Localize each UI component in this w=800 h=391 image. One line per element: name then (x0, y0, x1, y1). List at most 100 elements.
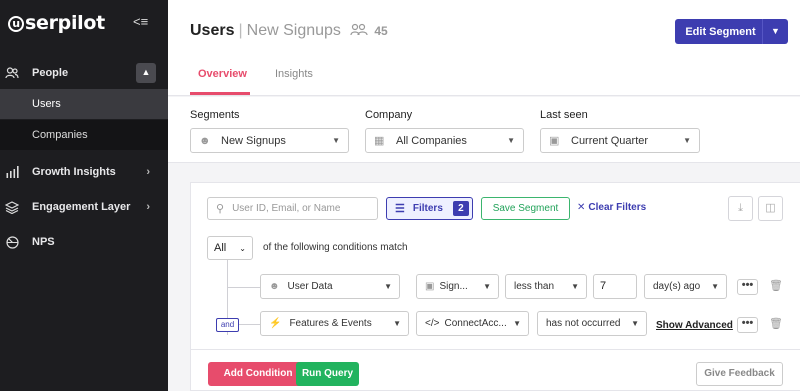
users-group-icon: ☻ (199, 134, 211, 147)
search-icon: ⚲ (216, 203, 225, 215)
edit-segment-label: Edit Segment (685, 25, 756, 38)
chevron-down-icon[interactable]: ▼ (762, 19, 788, 44)
trash-icon[interactable]: 🗑 (769, 317, 783, 330)
title-separator: | (238, 22, 243, 39)
page-header: Users | New Signups 45 Edit Segment ▼ Over… (168, 0, 800, 96)
collapse-sidebar-icon[interactable]: <≡ (133, 14, 155, 30)
users-group-icon: ☻ (269, 281, 280, 292)
calendar-icon: ▣ (425, 281, 435, 292)
chevron-up-icon[interactable]: ▲ (136, 63, 156, 83)
condition-operator-select[interactable]: less than ▼ (505, 274, 587, 299)
page-title: Users | New Signups 45 (190, 22, 388, 41)
condition-field-select[interactable]: </> ConnectAcc... ▼ (416, 311, 529, 336)
gauge-icon (4, 234, 20, 250)
layers-icon (4, 199, 20, 215)
caret-down-icon: ⌄ (239, 243, 246, 253)
filters-button[interactable]: ☰ Filters 2 (386, 197, 473, 220)
sidebar-item-label: People (32, 67, 69, 79)
search-input[interactable]: ⚲ User ID, Email, or Name (207, 197, 378, 220)
search-placeholder: User ID, Email, or Name (232, 203, 341, 214)
condition-type-select[interactable]: ⚡ Features & Events ▼ (260, 311, 409, 336)
company-select[interactable]: ▦ All Companies ▼ (365, 128, 524, 153)
query-panel: ⚲ User ID, Email, or Name ☰ Filters 2 Sa… (190, 182, 800, 391)
condition-operator-value: less than (514, 281, 555, 292)
condition-connector (227, 287, 261, 288)
last-seen-select[interactable]: ▣ Current Quarter ▼ (540, 128, 700, 153)
caret-down-icon: ▼ (571, 282, 579, 291)
sidebar-item-companies[interactable]: Companies (0, 120, 168, 150)
condition-value-input[interactable]: 7 (593, 274, 637, 299)
and-operator-tag[interactable]: and (216, 318, 239, 332)
condition-field-value: ConnectAcc... (444, 318, 507, 329)
people-icon (4, 65, 20, 81)
edit-segment-button[interactable]: Edit Segment ▼ (675, 19, 788, 44)
sidebar-item-label: Growth Insights (32, 166, 116, 178)
condition-type-select[interactable]: ☻ User Data ▼ (260, 274, 400, 299)
more-options-button[interactable]: ••• (737, 279, 758, 295)
lightning-icon: ⚡ (269, 318, 282, 329)
caret-down-icon: ▼ (711, 282, 719, 291)
tab-overview[interactable]: Overview (198, 68, 247, 80)
bar-chart-icon (4, 164, 20, 180)
calendar-icon: ▣ (549, 135, 560, 147)
segments-value: New Signups (221, 134, 286, 147)
caret-down-icon: ▼ (483, 282, 491, 291)
userpilot-logo[interactable]: u serpilot (8, 12, 105, 34)
segment-filters-bar: Segments ☻ New Signups ▼ Company ▦ All C… (168, 97, 800, 163)
condition-unit-select[interactable]: day(s) ago ▼ (644, 274, 727, 299)
add-condition-button[interactable]: Add Condition (208, 362, 308, 386)
chevron-right-icon: › (146, 166, 150, 178)
condition-operator-select[interactable]: has not occurred ▼ (537, 311, 647, 336)
sidebar-item-label: Engagement Layer (32, 201, 131, 213)
main-content: Users | New Signups 45 Edit Segment ▼ Over… (168, 0, 800, 391)
sliders-icon: ☰ (395, 203, 405, 215)
trash-icon[interactable]: 🗑 (769, 279, 783, 292)
condition-field-select[interactable]: ▣ Sign... ▼ (416, 274, 499, 299)
company-label: Company (365, 109, 413, 121)
save-segment-button[interactable]: Save Segment (481, 197, 570, 220)
active-tab-indicator (190, 92, 250, 95)
sidebar-item-nps[interactable]: NPS (0, 227, 168, 257)
clear-filters-label: Clear Filters (588, 202, 647, 213)
condition-type-value: Features & Events (289, 318, 372, 329)
segments-select[interactable]: ☻ New Signups ▼ (190, 128, 349, 153)
give-feedback-button[interactable]: Give Feedback (696, 362, 783, 386)
tab-insights[interactable]: Insights (275, 68, 313, 80)
close-icon: ✕ (577, 202, 586, 213)
download-icon[interactable]: ⤓ (728, 196, 753, 221)
segment-count: 45 (374, 24, 388, 38)
building-icon: ▦ (374, 135, 385, 147)
condition-field-value: Sign... (439, 281, 468, 292)
filters-count-badge: 2 (452, 201, 469, 216)
last-seen-label: Last seen (540, 109, 588, 121)
run-query-button[interactable]: Run Query (296, 362, 359, 386)
sidebar-item-label: NPS (32, 236, 55, 248)
caret-down-icon: ▼ (393, 319, 401, 328)
clear-filters-button[interactable]: ✕ Clear Filters (577, 202, 646, 213)
last-seen-value: Current Quarter (571, 134, 649, 147)
match-select[interactable]: All ⌄ (207, 236, 253, 260)
users-group-icon (350, 23, 368, 41)
show-advanced-link[interactable]: Show Advanced (656, 320, 733, 331)
caret-down-icon: ▼ (513, 319, 521, 328)
chevron-right-icon: › (146, 201, 150, 213)
title-segment-name: New Signups (246, 22, 341, 39)
more-options-button[interactable]: ••• (737, 317, 758, 333)
columns-icon[interactable]: ◫ (758, 196, 783, 221)
code-icon: </> (425, 318, 440, 329)
caret-down-icon: ▼ (631, 319, 639, 328)
title-users: Users (190, 22, 235, 39)
condition-type-value: User Data (287, 281, 333, 292)
sidebar-item-engagement-layer[interactable]: Engagement Layer › (0, 192, 168, 222)
match-text: of the following conditions match (263, 242, 408, 253)
condition-connector (239, 324, 261, 325)
company-value: All Companies (396, 134, 467, 147)
sidebar-item-users[interactable]: Users (0, 89, 168, 119)
caret-down-icon: ▼ (332, 136, 340, 145)
sidebar-item-people[interactable]: People ▲ (0, 58, 168, 88)
logo-u-mark: u (8, 16, 24, 32)
condition-operator-value: has not occurred (546, 318, 621, 329)
condition-unit-value: day(s) ago (653, 281, 701, 292)
sidebar-item-growth-insights[interactable]: Growth Insights › (0, 157, 168, 187)
match-value: All (214, 242, 227, 254)
